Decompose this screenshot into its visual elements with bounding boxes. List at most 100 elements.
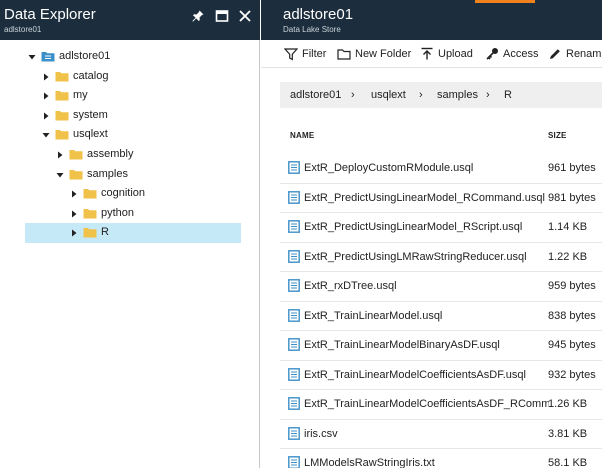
breadcrumb-item[interactable]: samples [437,82,478,108]
file-icon [288,249,300,263]
tree-node-python[interactable]: python [0,204,260,224]
filter-label: Filter [302,48,327,60]
file-name: iris.csv [304,427,338,440]
chevron-right-icon[interactable] [41,72,51,82]
active-blade-accent [475,0,535,3]
tree-node-label: usqlext [73,128,108,141]
file-row[interactable]: ExtR_rxDTree.usql 959 bytes [280,272,602,302]
chevron-right-icon: › [486,89,490,101]
file-icon [288,161,300,174]
pencil-icon [548,47,562,61]
blade-title: adlstore01 [283,6,354,23]
folder-icon [69,149,83,160]
tree-node-label: my [73,89,88,102]
chevron-right-icon[interactable] [55,150,65,160]
file-size: 945 bytes [548,339,596,351]
file-name: ExtR_TrainLinearModel.usql [304,309,443,322]
tree-node-catalog[interactable]: catalog [0,67,260,87]
breadcrumb: adlstore01 › usqlext › samples › R [280,82,602,108]
folder-tree: adlstore01 catalog my system usqlext assembly… [0,47,260,243]
tree-node-label: R [101,226,109,239]
file-name: ExtR_rxDTree.usql [304,280,397,292]
file-icon [288,426,300,440]
tree-node-r[interactable]: R [25,223,241,243]
chevron-down-icon[interactable] [27,52,37,62]
chevron-down-icon[interactable] [41,130,51,140]
chevron-right-icon: › [351,89,355,101]
close-icon[interactable] [238,9,252,23]
key-icon [485,47,499,61]
folder-icon [55,90,69,101]
chevron-right-icon[interactable] [69,228,79,238]
folder-icon [69,169,83,180]
maximize-icon[interactable] [215,9,229,23]
file-size: 1.22 KB [548,250,588,263]
file-size: 1.26 KB [548,398,588,410]
file-row[interactable]: ExtR_TrainLinearModel.usql 838 bytes [280,302,602,331]
chevron-right-icon[interactable] [69,209,79,219]
command-bar: Filter New Folder Upload Access Rename [261,40,602,68]
tree-node-my[interactable]: my [0,86,260,106]
file-row[interactable]: ExtR_TrainLinearModelCoefficientsAsDF.us… [280,361,602,390]
tree-node-samples[interactable]: samples [0,165,260,185]
data-explorer-header: Data Explorer adlstore01 [0,0,260,40]
file-row[interactable]: ExtR_TrainLinearModelBinaryAsDF.usql 945 … [280,331,602,361]
chevron-right-icon[interactable] [41,91,51,101]
upload-icon [420,47,434,61]
file-name: ExtR_TrainLinearModelBinaryAsDF.usql [304,339,500,351]
rename-label: Rename [566,48,602,60]
new-folder-label: New Folder [355,48,412,60]
file-icon [288,220,300,233]
file-row[interactable]: ExtR_PredictUsingLMRawStringReducer.usql… [280,243,602,272]
tree-node-cognition[interactable]: cognition [0,184,260,204]
breadcrumb-item[interactable]: usqlext [371,82,406,108]
blade-title: Data Explorer [4,6,96,23]
file-row[interactable]: iris.csv 3.81 KB [280,420,602,449]
folder-icon [55,110,69,121]
breadcrumb-item[interactable]: R [504,82,512,108]
tree-node-label: catalog [73,69,109,82]
file-name: ExtR_TrainLinearModelCoefficientsAsDF.us… [304,368,526,381]
tree-node-adlstore01[interactable]: adlstore01 [0,47,260,67]
breadcrumb-item[interactable]: adlstore01 [290,82,341,108]
tree-node-assembly[interactable]: assembly [0,145,260,165]
tree-node-usqlext[interactable]: usqlext [0,125,260,145]
pin-icon[interactable] [191,9,205,23]
file-icon [288,367,300,381]
file-row[interactable]: LMModelsRawStringIris.txt 58.1 KB [280,449,602,468]
file-size: 959 bytes [548,280,596,292]
file-icon [288,338,300,351]
tree-node-system[interactable]: system [0,106,260,126]
file-row[interactable]: ExtR_TrainLinearModelCoefficientsAsDF_RC… [280,390,602,420]
tree-node-label: cognition [101,187,146,200]
tree-node-label: python [101,206,135,219]
file-size: 58.1 KB [548,457,588,468]
file-name: ExtR_PredictUsingLMRawStringReducer.usql [304,250,527,263]
chevron-right-icon[interactable] [69,189,79,199]
new-folder-icon [337,47,351,61]
tree-node-label: samples [87,167,128,180]
chevron-right-icon[interactable] [41,111,51,121]
file-size: 3.81 KB [548,427,588,440]
folder-icon [83,227,97,238]
file-browser-header: adlstore01 Data Lake Store [261,0,602,40]
file-row[interactable]: ExtR_DeployCustomRModule.usql 961 bytes [280,154,602,184]
file-icon [288,308,300,322]
file-row[interactable]: ExtR_PredictUsingLinearModel_RCommand.us… [280,184,602,213]
storage-root-icon [41,51,55,62]
column-header-name[interactable]: NAME [290,131,314,140]
folder-icon [83,208,97,219]
file-icon [288,397,300,410]
tree-node-label: system [73,108,108,121]
folder-icon [55,129,69,140]
chevron-down-icon[interactable] [55,170,65,180]
column-header-size[interactable]: SIZE [548,131,567,140]
tree-node-label: adlstore01 [59,50,111,62]
file-name: ExtR_TrainLinearModelCoefficientsAsDF_RC… [304,398,549,410]
file-name: ExtR_PredictUsingLinearModel_RCommand.us… [304,191,545,204]
filter-icon [284,47,298,61]
file-name: ExtR_DeployCustomRModule.usql [304,162,474,174]
file-row[interactable]: ExtR_PredictUsingLinearModel_RScript.usq… [280,213,602,243]
chevron-right-icon: › [419,89,423,101]
file-icon [288,190,300,204]
